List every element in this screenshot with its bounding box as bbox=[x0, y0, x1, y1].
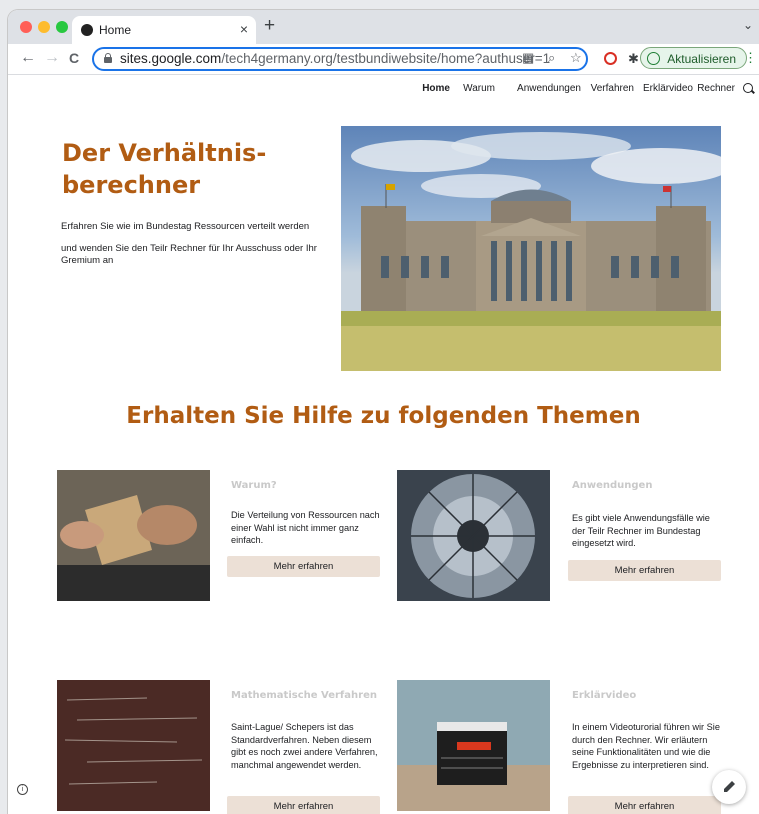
address-bar[interactable]: sites.google.com/tech4germany.org/testbu… bbox=[92, 47, 588, 71]
nav-rechner[interactable]: Rechner bbox=[697, 83, 735, 94]
tab-title: Home bbox=[99, 23, 132, 37]
site-page: Home Warum Anwendungen Verfahren Erklärv… bbox=[8, 75, 759, 814]
nav-erklaervideo[interactable]: Erklärvideo bbox=[643, 83, 693, 94]
edit-button[interactable] bbox=[712, 770, 746, 804]
card-text-verfahren: Saint-Lague/ Schepers ist das Standardve… bbox=[231, 722, 378, 770]
zoom-icon[interactable]: ⌕ bbox=[548, 50, 555, 66]
minimize-window-button[interactable] bbox=[38, 21, 50, 33]
search-icon[interactable] bbox=[743, 83, 753, 93]
mehr-erfahren-button-warum[interactable]: Mehr erfahren bbox=[227, 556, 380, 577]
hero-description: Erfahren Sie wie im Bundestag Ressourcen… bbox=[61, 221, 331, 277]
hero-line-1: Erfahren Sie wie im Bundestag Ressourcen… bbox=[61, 221, 310, 232]
nav-verfahren[interactable]: Verfahren bbox=[591, 83, 634, 94]
update-label: Aktualisieren bbox=[667, 52, 736, 66]
qr-code-icon[interactable]: ▦ bbox=[522, 50, 534, 66]
close-window-button[interactable] bbox=[20, 21, 32, 33]
tab-close-icon[interactable]: × bbox=[240, 21, 248, 37]
mehr-erfahren-button-verfahren[interactable]: Mehr erfahren bbox=[227, 796, 380, 814]
card-image-clapperboard bbox=[397, 680, 550, 811]
back-button[interactable]: ← bbox=[20, 49, 36, 67]
browser-tab[interactable]: Home × bbox=[72, 16, 256, 44]
pencil-icon bbox=[724, 781, 735, 792]
card-image-dome bbox=[397, 470, 550, 601]
card-title-anwendungen: Anwendungen bbox=[572, 480, 653, 491]
hero-title: Der Verhältnis-berechner bbox=[62, 139, 267, 199]
browser-window: Home × + ⌄ ← → C sites.google.com/tech4g… bbox=[8, 10, 759, 814]
reichstag-image bbox=[341, 126, 721, 371]
url-text[interactable]: sites.google.com/tech4germany.org/testbu… bbox=[120, 51, 550, 66]
forward-button[interactable]: → bbox=[44, 49, 60, 67]
card-title-verfahren: Mathematische Verfahren bbox=[231, 690, 377, 701]
card-image-ballot bbox=[57, 470, 210, 601]
mehr-erfahren-button-anwendungen[interactable]: Mehr erfahren bbox=[568, 560, 721, 581]
hero-line-2: und wenden Sie den Teilr Rechner für Ihr… bbox=[61, 242, 317, 267]
browser-menu-icon[interactable]: ⋮ bbox=[744, 50, 757, 66]
new-tab-button[interactable]: + bbox=[264, 15, 275, 37]
card-text-anwendungen: Es gibt viele Anwendungsfälle wie der Te… bbox=[572, 513, 710, 548]
card-text-warum: Die Verteilung von Ressourcen nach einer… bbox=[231, 510, 380, 545]
card-title-warum: Warum? bbox=[231, 480, 277, 491]
extension-icon[interactable] bbox=[604, 52, 617, 65]
card-image-chalkboard bbox=[57, 680, 210, 811]
update-icon bbox=[647, 52, 661, 65]
update-button[interactable]: Aktualisieren bbox=[640, 47, 747, 69]
puzzle-icon[interactable]: ✱ bbox=[628, 51, 639, 67]
card-title-erklaervideo: Erklärvideo bbox=[572, 690, 637, 701]
mehr-erfahren-button-erklaervideo[interactable]: Mehr erfahren bbox=[568, 796, 721, 814]
star-icon[interactable]: ☆ bbox=[570, 50, 582, 66]
nav-home[interactable]: Home bbox=[422, 83, 450, 94]
tab-search-icon[interactable]: ⌄ bbox=[743, 18, 753, 32]
nav-warum[interactable]: Warum bbox=[463, 83, 495, 94]
maximize-window-button[interactable] bbox=[56, 21, 68, 33]
info-icon[interactable]: i bbox=[17, 784, 28, 795]
reload-button[interactable]: C bbox=[69, 50, 79, 66]
nav-anwendungen[interactable]: Anwendungen bbox=[517, 83, 581, 94]
site-favicon-icon bbox=[81, 24, 93, 36]
lock-icon[interactable] bbox=[104, 53, 112, 63]
section-title: Erhalten Sie Hilfe zu folgenden Themen bbox=[126, 403, 641, 429]
tab-strip: Home × + ⌄ bbox=[8, 10, 759, 44]
browser-toolbar: ← → C sites.google.com/tech4germany.org/… bbox=[8, 44, 759, 75]
card-text-erklaervideo: In einem Videoturorial führen wir Sie du… bbox=[572, 722, 720, 770]
